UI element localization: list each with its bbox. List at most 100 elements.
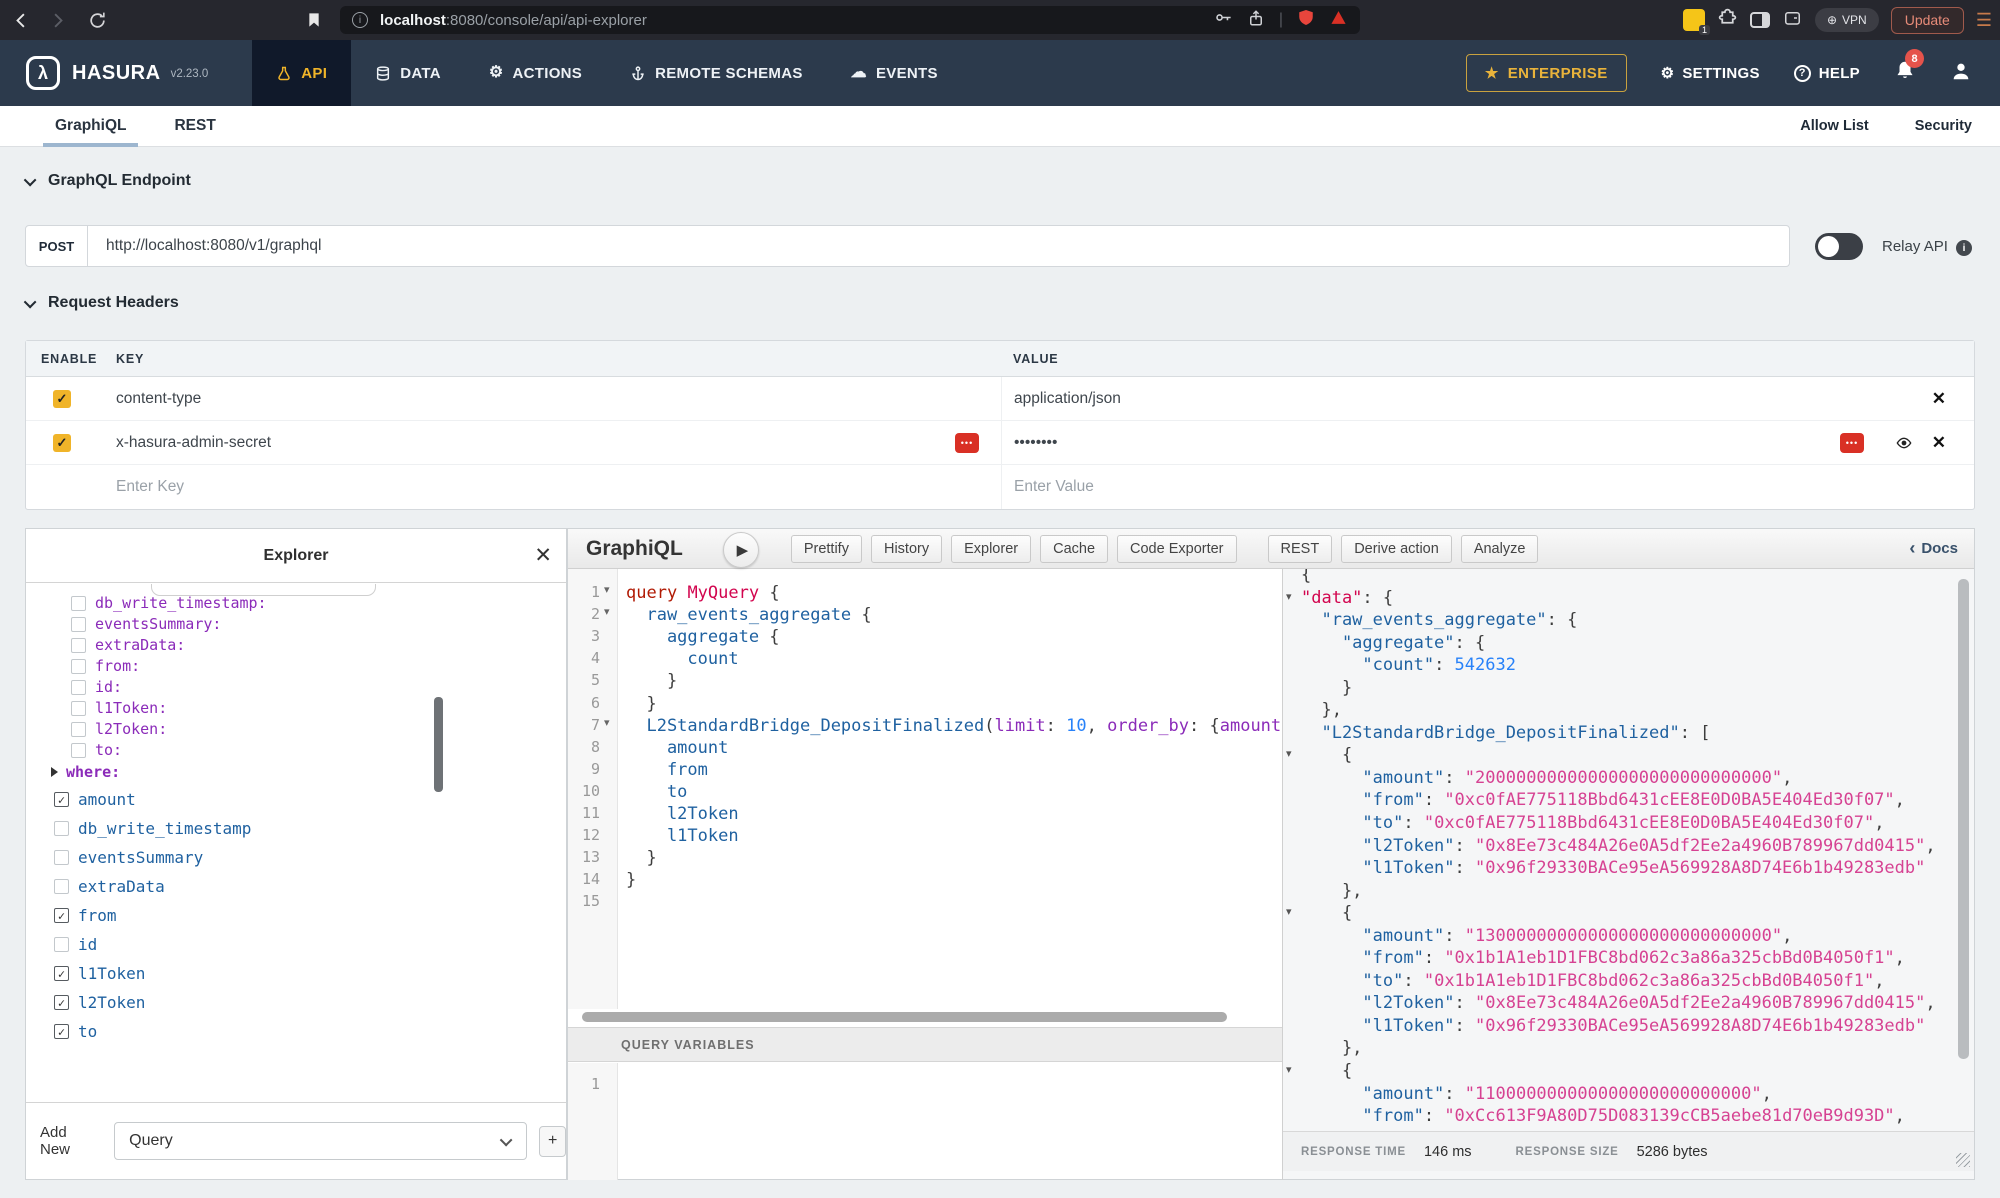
explorer-field-l2Token[interactable]: ✓l2Token	[54, 993, 145, 1012]
header-key[interactable]: x-hasura-admin-secret	[116, 434, 271, 452]
browser-reload-icon[interactable]	[86, 9, 108, 31]
execute-query-button[interactable]: ▶	[723, 532, 759, 568]
toolbar-button-derive-action[interactable]: Derive action	[1341, 535, 1452, 563]
explorer-field-extraData[interactable]: extraData	[54, 877, 165, 896]
unchecked-checkbox[interactable]	[71, 596, 86, 611]
checked-checkbox[interactable]: ✓	[54, 1024, 69, 1039]
site-info-icon[interactable]: i	[352, 12, 368, 28]
unchecked-checkbox[interactable]	[71, 701, 86, 716]
warning-triangle-icon[interactable]	[1329, 9, 1348, 31]
remove-header-icon[interactable]: ✕	[1932, 389, 1946, 409]
sidebar-toggle-icon[interactable]	[1750, 12, 1770, 28]
explorer-arg-id[interactable]: id:	[71, 678, 122, 696]
browser-update-button[interactable]: Update	[1891, 7, 1964, 34]
checked-checkbox[interactable]: ✓	[54, 966, 69, 981]
explorer-arg-db_write_timestamp[interactable]: db_write_timestamp:	[71, 594, 267, 612]
tab-rest[interactable]: REST	[174, 106, 215, 147]
tab-graphiql[interactable]: GraphiQL	[55, 106, 126, 147]
profile-button[interactable]	[1950, 60, 1972, 87]
unchecked-checkbox[interactable]	[71, 722, 86, 737]
fold-arrow-icon[interactable]: ▾	[1286, 590, 1292, 603]
fold-arrow-icon[interactable]: ▾	[1286, 905, 1292, 918]
notifications-button[interactable]: 8	[1894, 59, 1916, 87]
fold-arrow-icon[interactable]: ▾	[1286, 747, 1292, 760]
header-value[interactable]: application/json	[1014, 390, 1121, 408]
explorer-field-l1Token[interactable]: ✓l1Token	[54, 964, 145, 983]
nav-item-api[interactable]: API	[252, 40, 351, 106]
password-manager-icon[interactable]: •••	[955, 433, 979, 453]
unchecked-checkbox[interactable]	[71, 617, 86, 632]
address-bar[interactable]: i localhost:8080/console/api/api-explore…	[340, 6, 1360, 34]
explorer-field-id[interactable]: id	[54, 935, 97, 954]
response-scrollbar[interactable]	[1958, 579, 1969, 1059]
menu-icon[interactable]: ☰	[1976, 11, 1992, 29]
graphql-endpoint-heading[interactable]: GraphQL Endpoint	[27, 172, 191, 190]
resize-grip[interactable]	[1956, 1153, 1970, 1167]
checked-checkbox[interactable]: ✓	[54, 792, 69, 807]
nav-item-remote-schemas[interactable]: REMOTE SCHEMAS	[606, 40, 827, 106]
link-allow-list[interactable]: Allow List	[1800, 118, 1868, 134]
remove-header-icon[interactable]: ✕	[1932, 433, 1946, 453]
browser-forward-icon[interactable]	[46, 9, 68, 31]
header-key[interactable]: content-type	[116, 390, 201, 408]
help-button[interactable]: ? HELP	[1794, 65, 1860, 82]
horizontal-scrollbar[interactable]	[582, 1012, 1227, 1022]
fold-arrow-icon[interactable]: ▾	[604, 583, 610, 596]
query-variables-header[interactable]: QUERY VARIABLES	[568, 1027, 1282, 1062]
endpoint-url-input[interactable]: http://localhost:8080/v1/graphql	[88, 237, 321, 255]
enable-checkbox[interactable]: ✓	[53, 390, 71, 408]
unchecked-checkbox[interactable]	[71, 680, 86, 695]
relay-api-toggle[interactable]	[1815, 233, 1863, 260]
explorer-scrollbar[interactable]	[434, 697, 443, 792]
key-icon[interactable]	[1214, 8, 1233, 32]
unchecked-checkbox[interactable]	[71, 638, 86, 653]
notes-extension-icon[interactable]: 1	[1683, 9, 1705, 31]
query-editor[interactable]: 1▾query MyQuery {2▾ raw_events_aggregate…	[568, 569, 1282, 1009]
new-key-input[interactable]: Enter Key	[116, 478, 1001, 496]
explorer-arg-l2Token[interactable]: l2Token:	[71, 720, 167, 738]
explorer-field-from[interactable]: ✓from	[54, 906, 117, 925]
unchecked-checkbox[interactable]	[71, 659, 86, 674]
new-value-input[interactable]: Enter Value	[1001, 465, 1974, 509]
bookmark-icon[interactable]	[303, 9, 325, 31]
enterprise-button[interactable]: ★ ENTERPRISE	[1466, 54, 1627, 92]
checked-checkbox[interactable]: ✓	[54, 995, 69, 1010]
toolbar-button-code-exporter[interactable]: Code Exporter	[1117, 535, 1237, 563]
toolbar-button-prettify[interactable]: Prettify	[791, 535, 862, 563]
checked-checkbox[interactable]: ✓	[54, 908, 69, 923]
fold-arrow-icon[interactable]: ▾	[604, 605, 610, 618]
header-value-masked[interactable]: ••••••••	[1014, 434, 1057, 452]
operation-type-select[interactable]: Query	[114, 1122, 527, 1160]
vpn-button[interactable]: ⊕VPN	[1815, 8, 1879, 32]
explorer-field-to[interactable]: ✓to	[54, 1022, 97, 1041]
toolbar-button-explorer[interactable]: Explorer	[951, 535, 1031, 563]
explorer-arg-extraData[interactable]: extraData:	[71, 636, 185, 654]
explorer-arg-from[interactable]: from:	[71, 657, 140, 675]
add-operation-button[interactable]: +	[539, 1126, 566, 1157]
request-headers-heading[interactable]: Request Headers	[27, 294, 179, 312]
explorer-arg-to[interactable]: to:	[71, 741, 122, 759]
expand-arrow-icon[interactable]	[51, 767, 58, 777]
reveal-value-icon[interactable]	[1894, 435, 1914, 451]
toolbar-button-history[interactable]: History	[871, 535, 942, 563]
settings-button[interactable]: ⚙ SETTINGS	[1661, 64, 1760, 82]
enable-checkbox[interactable]: ✓	[53, 434, 71, 452]
unchecked-checkbox[interactable]	[54, 821, 69, 836]
explorer-arg-where[interactable]: where:	[51, 763, 120, 781]
unchecked-checkbox[interactable]	[71, 743, 86, 758]
unchecked-checkbox[interactable]	[54, 879, 69, 894]
explorer-field-db_write_timestamp[interactable]: db_write_timestamp	[54, 819, 251, 838]
link-security[interactable]: Security	[1915, 118, 1972, 134]
password-manager-icon[interactable]: •••	[1840, 433, 1864, 453]
share-icon[interactable]	[1247, 9, 1265, 32]
toolbar-button-analyze[interactable]: Analyze	[1461, 535, 1539, 563]
explorer-field-amount[interactable]: ✓amount	[54, 790, 136, 809]
hasura-logo[interactable]: λ	[26, 56, 60, 90]
explorer-arg-eventsSummary[interactable]: eventsSummary:	[71, 615, 221, 633]
nav-item-data[interactable]: DATA	[351, 40, 465, 106]
explorer-field-eventsSummary[interactable]: eventsSummary	[54, 848, 203, 867]
info-icon[interactable]: i	[1956, 240, 1972, 256]
shield-icon[interactable]	[1297, 8, 1315, 32]
fold-arrow-icon[interactable]: ▾	[1286, 1063, 1292, 1076]
nav-item-actions[interactable]: ⚙ ACTIONS	[465, 40, 606, 106]
